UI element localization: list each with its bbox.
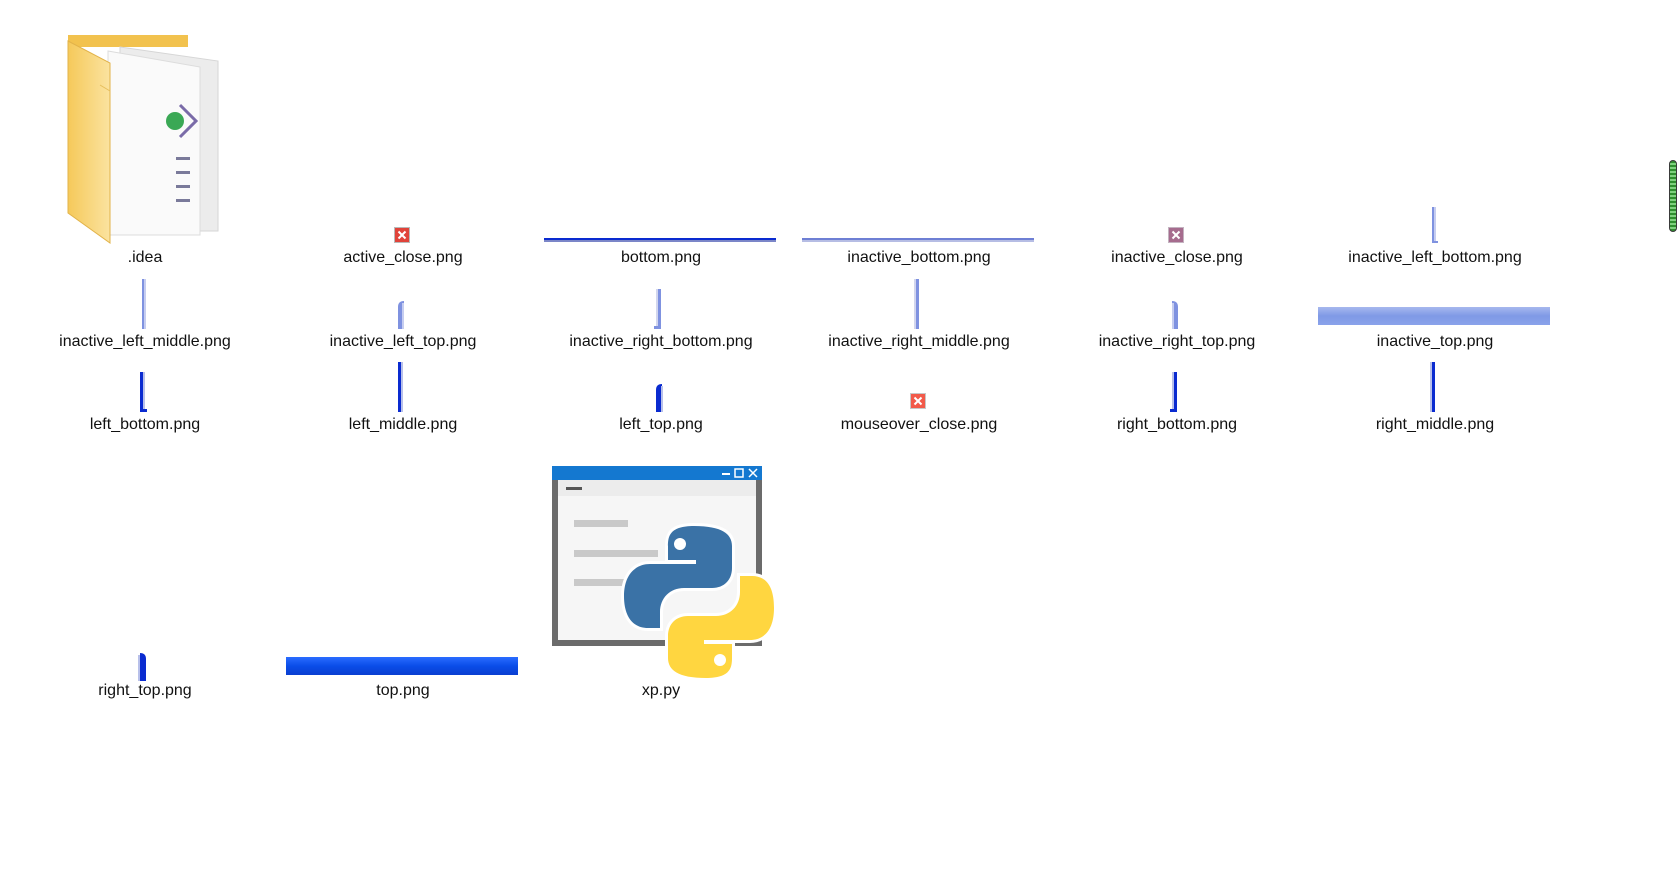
file-name: inactive_left_bottom.png — [1348, 249, 1522, 266]
file-name: bottom.png — [620, 249, 702, 266]
file-item-right-bottom[interactable]: right_bottom.png — [1052, 358, 1302, 441]
file-name: right_bottom.png — [1116, 416, 1238, 433]
horizontal-bar-icon — [1318, 307, 1550, 325]
vertical-line-icon — [398, 301, 404, 329]
file-item-inactive-left-bottom[interactable]: inactive_left_bottom.png — [1310, 200, 1560, 275]
file-item-mouseover-close[interactable]: mouseover_close.png — [794, 358, 1044, 441]
file-item-inactive-bottom[interactable]: inactive_bottom.png — [794, 215, 1044, 275]
vertical-line-icon — [140, 372, 147, 412]
vertical-line-icon — [654, 289, 661, 329]
file-name: right_top.png — [98, 682, 192, 699]
file-name: left_bottom.png — [89, 416, 201, 433]
vertical-line-icon — [398, 362, 403, 412]
file-item-active-close[interactable]: active_close.png — [278, 215, 528, 275]
vertical-line-icon — [138, 653, 146, 681]
file-item-idea[interactable]: .idea — [20, 30, 270, 275]
file-name: inactive_top.png — [1376, 333, 1494, 350]
file-item-right-middle[interactable]: right_middle.png — [1310, 358, 1560, 441]
file-item-left-top[interactable]: left_top.png — [536, 358, 786, 441]
file-item-inactive-left-middle[interactable]: inactive_left_middle.png — [20, 275, 270, 358]
file-item-left-middle[interactable]: left_middle.png — [278, 358, 528, 441]
python-file-icon — [552, 466, 776, 678]
file-name: .idea — [127, 249, 163, 266]
file-item-inactive-close[interactable]: inactive_close.png — [1052, 215, 1302, 275]
file-name: left_middle.png — [348, 416, 458, 433]
folder-icon — [67, 35, 219, 244]
file-name: xp.py — [641, 682, 681, 699]
vertical-line-icon — [1170, 372, 1177, 412]
file-item-bottom[interactable]: bottom.png — [536, 215, 786, 275]
horizontal-line-icon — [544, 238, 776, 242]
file-item-inactive-right-top[interactable]: inactive_right_top.png — [1052, 275, 1302, 358]
file-item-left-bottom[interactable]: left_bottom.png — [20, 358, 270, 441]
vertical-line-icon — [1432, 207, 1438, 243]
file-name: inactive_right_top.png — [1098, 333, 1256, 350]
vertical-line-icon — [142, 279, 146, 329]
vertical-line-icon — [656, 384, 663, 412]
file-name: inactive_close.png — [1111, 249, 1243, 266]
file-name: inactive_right_bottom.png — [569, 333, 753, 350]
file-item-inactive-left-top[interactable]: inactive_left_top.png — [278, 275, 528, 358]
vertical-line-icon — [1430, 362, 1435, 412]
file-name: right_middle.png — [1375, 416, 1495, 433]
file-item-top[interactable]: top.png — [278, 441, 528, 711]
vertical-line-icon — [914, 279, 919, 329]
file-name: mouseover_close.png — [840, 416, 998, 433]
file-explorer-large-icons-view: .idea active_close.png bottom.png inacti… — [0, 0, 1677, 889]
file-item-inactive-top[interactable]: inactive_top.png — [1310, 275, 1560, 358]
close-icon — [1168, 227, 1184, 243]
file-name: active_close.png — [343, 249, 463, 266]
horizontal-bar-icon — [286, 657, 518, 675]
file-name: inactive_bottom.png — [847, 249, 991, 266]
close-icon — [394, 227, 410, 243]
horizontal-line-icon — [802, 238, 1034, 242]
file-item-right-top[interactable]: right_top.png — [20, 441, 270, 711]
scrollbar-thumb[interactable] — [1669, 160, 1677, 232]
file-item-inactive-right-bottom[interactable]: inactive_right_bottom.png — [536, 275, 786, 358]
close-icon — [910, 393, 926, 409]
vertical-line-icon — [1172, 301, 1178, 329]
file-name: inactive_left_top.png — [329, 333, 477, 350]
file-name: top.png — [376, 682, 430, 699]
file-name: left_top.png — [619, 416, 703, 433]
file-name: inactive_left_middle.png — [59, 333, 231, 350]
file-name: inactive_right_middle.png — [828, 333, 1010, 350]
file-item-inactive-right-middle[interactable]: inactive_right_middle.png — [794, 275, 1044, 358]
file-item-xp-py[interactable]: xp.py — [536, 441, 786, 711]
